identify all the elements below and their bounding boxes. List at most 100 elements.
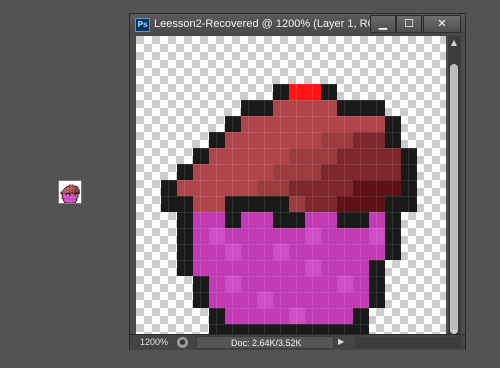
pixel [71, 200, 73, 202]
pixel [72, 185, 74, 187]
pixel [61, 195, 63, 197]
pixel [72, 193, 74, 195]
pixel [64, 191, 66, 193]
close-button[interactable]: ✕ [423, 15, 461, 33]
pixel [72, 189, 74, 191]
pixel [66, 193, 68, 195]
vertical-scroll-thumb[interactable] [450, 64, 458, 334]
pixel [61, 197, 63, 199]
status-info-icon[interactable]: ● [177, 337, 188, 348]
pixel [65, 191, 67, 193]
pixel [64, 201, 66, 203]
pixel [67, 200, 69, 202]
pixel [65, 196, 67, 198]
pixel [68, 200, 71, 202]
pixel-art-canvas[interactable] [136, 36, 446, 340]
pixel [70, 201, 72, 203]
pixel [67, 195, 69, 197]
pixel [66, 185, 68, 187]
pixel [76, 196, 78, 198]
cupcake-thumbnail-icon [60, 184, 80, 203]
pixel [73, 185, 75, 187]
horizontal-scrollbar[interactable] [355, 337, 461, 348]
status-menu-arrow-icon[interactable]: ▶ [338, 337, 344, 346]
doc-info[interactable]: Doc: 2.64K/3.52K [196, 336, 334, 349]
pixel [62, 189, 65, 191]
pixel [68, 197, 71, 199]
pixel [71, 191, 73, 193]
pixel [66, 190, 68, 192]
document-titlebar[interactable]: Ps Leesson2-Recovered @ 1200% (Layer 1, … [130, 14, 465, 36]
pixel [74, 196, 77, 198]
pixel [72, 195, 74, 197]
pixel [68, 185, 71, 187]
pixel [68, 195, 71, 197]
pixel [73, 197, 75, 199]
pixel [64, 199, 66, 201]
pixel [74, 199, 77, 201]
pixel [61, 191, 63, 193]
pixel [66, 191, 68, 193]
pixel [64, 195, 66, 197]
pixel [76, 197, 78, 199]
pixel [72, 188, 74, 190]
pixel [74, 191, 77, 193]
pixel [76, 200, 78, 202]
pixel [77, 190, 79, 192]
pixel [74, 187, 77, 189]
pixel [68, 194, 71, 196]
pixel [71, 190, 73, 192]
pixel [65, 194, 67, 196]
pixel [73, 199, 75, 201]
document-window[interactable]: Ps Leesson2-Recovered @ 1200% (Layer 1, … [129, 13, 466, 350]
pixel [72, 187, 74, 189]
pixel [73, 194, 75, 196]
document-canvas[interactable] [136, 36, 446, 340]
pixel [73, 196, 75, 198]
pixel [70, 195, 72, 197]
pixel [62, 195, 65, 197]
minimize-button[interactable]: ▁ [370, 15, 396, 33]
pixel [74, 201, 77, 203]
pixel [73, 201, 75, 203]
pixel [62, 196, 65, 198]
pixel [76, 187, 78, 189]
maximize-button[interactable]: ☐ [396, 15, 422, 33]
pixel [65, 200, 67, 202]
pixel [77, 191, 79, 193]
pixel [71, 187, 73, 189]
pixel [68, 196, 71, 198]
pixel [67, 199, 69, 201]
pixel [64, 200, 66, 202]
pixel [67, 194, 69, 196]
photoshop-app-icon: Ps [135, 18, 150, 32]
pixel [70, 188, 72, 190]
pixel [71, 185, 73, 187]
zoom-level[interactable]: 1200% [140, 337, 168, 347]
pixel [67, 190, 69, 192]
pixel [78, 189, 80, 191]
pixel [67, 196, 69, 198]
pixel [62, 199, 65, 201]
pixel [67, 188, 69, 190]
doc-size-text: Doc: 2.64K/3.52K [231, 338, 302, 348]
pixel [66, 197, 68, 199]
vertical-scrollbar[interactable]: ▲ ▼ [448, 36, 461, 340]
pixel [73, 187, 75, 189]
status-bar: 1200% ● Doc: 2.64K/3.52K ▶ [130, 334, 465, 350]
pixel [66, 194, 68, 196]
pixel [76, 199, 78, 201]
pixel [74, 190, 77, 192]
pixel [72, 184, 74, 186]
scroll-up-icon[interactable]: ▲ [449, 38, 459, 48]
pixel [68, 188, 71, 190]
pixel [74, 193, 77, 195]
pixel [62, 191, 65, 193]
pixel [70, 190, 72, 192]
pixel [70, 200, 72, 202]
pixel [68, 201, 71, 203]
pixel [67, 187, 69, 189]
pixel [60, 193, 62, 195]
pixel [67, 191, 69, 193]
pixel [65, 187, 67, 189]
